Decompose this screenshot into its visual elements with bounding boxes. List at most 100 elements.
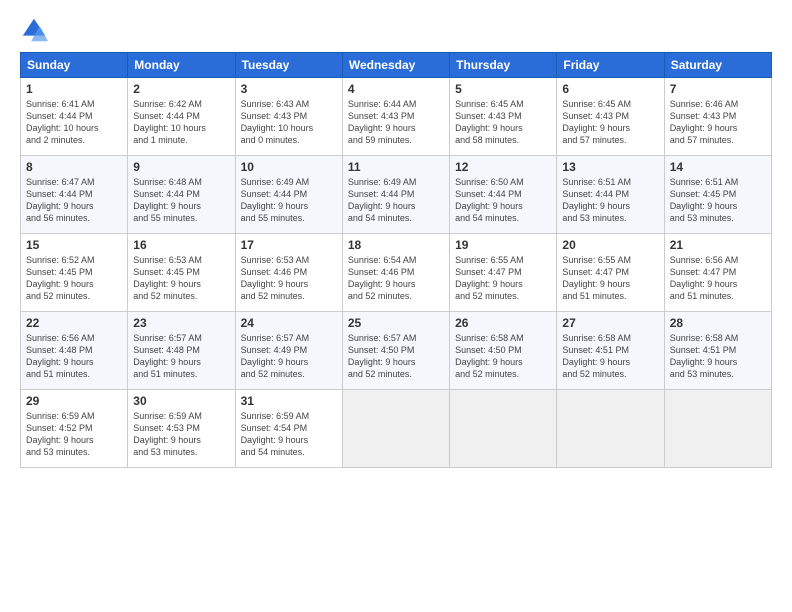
sunrise-info: Sunrise: 6:45 AM bbox=[562, 99, 631, 109]
sunrise-info: Sunrise: 6:55 AM bbox=[562, 255, 631, 265]
day-number: 29 bbox=[26, 394, 122, 408]
daylight-cont: and 54 minutes. bbox=[241, 447, 305, 457]
sunrise-info: Sunrise: 6:49 AM bbox=[348, 177, 417, 187]
day-number: 15 bbox=[26, 238, 122, 252]
sunset-info: Sunset: 4:45 PM bbox=[670, 189, 737, 199]
day-info: Sunrise: 6:57 AM Sunset: 4:50 PM Dayligh… bbox=[348, 332, 444, 381]
day-number: 21 bbox=[670, 238, 766, 252]
daylight-info: Daylight: 9 hours bbox=[455, 279, 523, 289]
calendar-cell: 11 Sunrise: 6:49 AM Sunset: 4:44 PM Dayl… bbox=[342, 156, 449, 234]
sunset-info: Sunset: 4:46 PM bbox=[241, 267, 308, 277]
daylight-info: Daylight: 9 hours bbox=[455, 201, 523, 211]
day-number: 27 bbox=[562, 316, 658, 330]
daylight-cont: and 0 minutes. bbox=[241, 135, 300, 145]
sunset-info: Sunset: 4:47 PM bbox=[562, 267, 629, 277]
day-info: Sunrise: 6:52 AM Sunset: 4:45 PM Dayligh… bbox=[26, 254, 122, 303]
sunrise-info: Sunrise: 6:45 AM bbox=[455, 99, 524, 109]
sunrise-info: Sunrise: 6:49 AM bbox=[241, 177, 310, 187]
day-number: 23 bbox=[133, 316, 229, 330]
calendar-cell: 13 Sunrise: 6:51 AM Sunset: 4:44 PM Dayl… bbox=[557, 156, 664, 234]
day-info: Sunrise: 6:51 AM Sunset: 4:45 PM Dayligh… bbox=[670, 176, 766, 225]
calendar-week-row: 15 Sunrise: 6:52 AM Sunset: 4:45 PM Dayl… bbox=[21, 234, 772, 312]
daylight-info: Daylight: 10 hours bbox=[26, 123, 99, 133]
calendar-cell: 25 Sunrise: 6:57 AM Sunset: 4:50 PM Dayl… bbox=[342, 312, 449, 390]
day-number: 2 bbox=[133, 82, 229, 96]
day-info: Sunrise: 6:53 AM Sunset: 4:46 PM Dayligh… bbox=[241, 254, 337, 303]
calendar-cell: 24 Sunrise: 6:57 AM Sunset: 4:49 PM Dayl… bbox=[235, 312, 342, 390]
calendar-cell: 10 Sunrise: 6:49 AM Sunset: 4:44 PM Dayl… bbox=[235, 156, 342, 234]
daylight-cont: and 55 minutes. bbox=[241, 213, 305, 223]
calendar-cell bbox=[664, 390, 771, 468]
sunrise-info: Sunrise: 6:41 AM bbox=[26, 99, 95, 109]
daylight-cont: and 52 minutes. bbox=[562, 369, 626, 379]
calendar-cell: 8 Sunrise: 6:47 AM Sunset: 4:44 PM Dayli… bbox=[21, 156, 128, 234]
daylight-info: Daylight: 9 hours bbox=[348, 279, 416, 289]
sunrise-info: Sunrise: 6:58 AM bbox=[455, 333, 524, 343]
sunrise-info: Sunrise: 6:59 AM bbox=[133, 411, 202, 421]
calendar-cell: 26 Sunrise: 6:58 AM Sunset: 4:50 PM Dayl… bbox=[450, 312, 557, 390]
day-info: Sunrise: 6:59 AM Sunset: 4:52 PM Dayligh… bbox=[26, 410, 122, 459]
daylight-cont: and 51 minutes. bbox=[26, 369, 90, 379]
daylight-info: Daylight: 10 hours bbox=[133, 123, 206, 133]
sunset-info: Sunset: 4:44 PM bbox=[455, 189, 522, 199]
daylight-cont: and 57 minutes. bbox=[562, 135, 626, 145]
day-number: 18 bbox=[348, 238, 444, 252]
sunset-info: Sunset: 4:51 PM bbox=[562, 345, 629, 355]
daylight-info: Daylight: 9 hours bbox=[455, 123, 523, 133]
calendar-cell: 28 Sunrise: 6:58 AM Sunset: 4:51 PM Dayl… bbox=[664, 312, 771, 390]
daylight-cont: and 53 minutes. bbox=[26, 447, 90, 457]
daylight-info: Daylight: 9 hours bbox=[133, 201, 201, 211]
daylight-cont: and 52 minutes. bbox=[241, 291, 305, 301]
daylight-cont: and 54 minutes. bbox=[348, 213, 412, 223]
header bbox=[20, 16, 772, 44]
day-info: Sunrise: 6:55 AM Sunset: 4:47 PM Dayligh… bbox=[562, 254, 658, 303]
sunset-info: Sunset: 4:43 PM bbox=[348, 111, 415, 121]
calendar-cell: 12 Sunrise: 6:50 AM Sunset: 4:44 PM Dayl… bbox=[450, 156, 557, 234]
daylight-cont: and 59 minutes. bbox=[348, 135, 412, 145]
daylight-info: Daylight: 9 hours bbox=[26, 357, 94, 367]
day-info: Sunrise: 6:56 AM Sunset: 4:48 PM Dayligh… bbox=[26, 332, 122, 381]
day-info: Sunrise: 6:57 AM Sunset: 4:48 PM Dayligh… bbox=[133, 332, 229, 381]
sunrise-info: Sunrise: 6:43 AM bbox=[241, 99, 310, 109]
daylight-cont: and 52 minutes. bbox=[133, 291, 197, 301]
sunrise-info: Sunrise: 6:47 AM bbox=[26, 177, 95, 187]
daylight-cont: and 51 minutes. bbox=[133, 369, 197, 379]
daylight-info: Daylight: 9 hours bbox=[670, 123, 738, 133]
daylight-cont: and 52 minutes. bbox=[26, 291, 90, 301]
sunset-info: Sunset: 4:49 PM bbox=[241, 345, 308, 355]
calendar-header-cell: Thursday bbox=[450, 53, 557, 78]
sunset-info: Sunset: 4:43 PM bbox=[241, 111, 308, 121]
daylight-info: Daylight: 9 hours bbox=[241, 201, 309, 211]
sunrise-info: Sunrise: 6:50 AM bbox=[455, 177, 524, 187]
day-number: 20 bbox=[562, 238, 658, 252]
sunset-info: Sunset: 4:44 PM bbox=[26, 189, 93, 199]
sunset-info: Sunset: 4:44 PM bbox=[348, 189, 415, 199]
calendar-cell: 20 Sunrise: 6:55 AM Sunset: 4:47 PM Dayl… bbox=[557, 234, 664, 312]
sunrise-info: Sunrise: 6:51 AM bbox=[670, 177, 739, 187]
daylight-cont: and 2 minutes. bbox=[26, 135, 85, 145]
day-info: Sunrise: 6:55 AM Sunset: 4:47 PM Dayligh… bbox=[455, 254, 551, 303]
day-number: 6 bbox=[562, 82, 658, 96]
daylight-info: Daylight: 9 hours bbox=[241, 357, 309, 367]
day-info: Sunrise: 6:50 AM Sunset: 4:44 PM Dayligh… bbox=[455, 176, 551, 225]
daylight-info: Daylight: 9 hours bbox=[562, 201, 630, 211]
sunset-info: Sunset: 4:45 PM bbox=[26, 267, 93, 277]
daylight-cont: and 52 minutes. bbox=[455, 291, 519, 301]
daylight-info: Daylight: 9 hours bbox=[348, 201, 416, 211]
sunrise-info: Sunrise: 6:53 AM bbox=[133, 255, 202, 265]
sunrise-info: Sunrise: 6:42 AM bbox=[133, 99, 202, 109]
day-number: 13 bbox=[562, 160, 658, 174]
sunrise-info: Sunrise: 6:57 AM bbox=[133, 333, 202, 343]
day-info: Sunrise: 6:51 AM Sunset: 4:44 PM Dayligh… bbox=[562, 176, 658, 225]
calendar-week-row: 22 Sunrise: 6:56 AM Sunset: 4:48 PM Dayl… bbox=[21, 312, 772, 390]
day-info: Sunrise: 6:57 AM Sunset: 4:49 PM Dayligh… bbox=[241, 332, 337, 381]
day-number: 9 bbox=[133, 160, 229, 174]
daylight-info: Daylight: 9 hours bbox=[133, 435, 201, 445]
day-number: 14 bbox=[670, 160, 766, 174]
sunset-info: Sunset: 4:50 PM bbox=[348, 345, 415, 355]
calendar-cell: 15 Sunrise: 6:52 AM Sunset: 4:45 PM Dayl… bbox=[21, 234, 128, 312]
sunrise-info: Sunrise: 6:57 AM bbox=[348, 333, 417, 343]
day-info: Sunrise: 6:54 AM Sunset: 4:46 PM Dayligh… bbox=[348, 254, 444, 303]
day-info: Sunrise: 6:46 AM Sunset: 4:43 PM Dayligh… bbox=[670, 98, 766, 147]
sunrise-info: Sunrise: 6:51 AM bbox=[562, 177, 631, 187]
